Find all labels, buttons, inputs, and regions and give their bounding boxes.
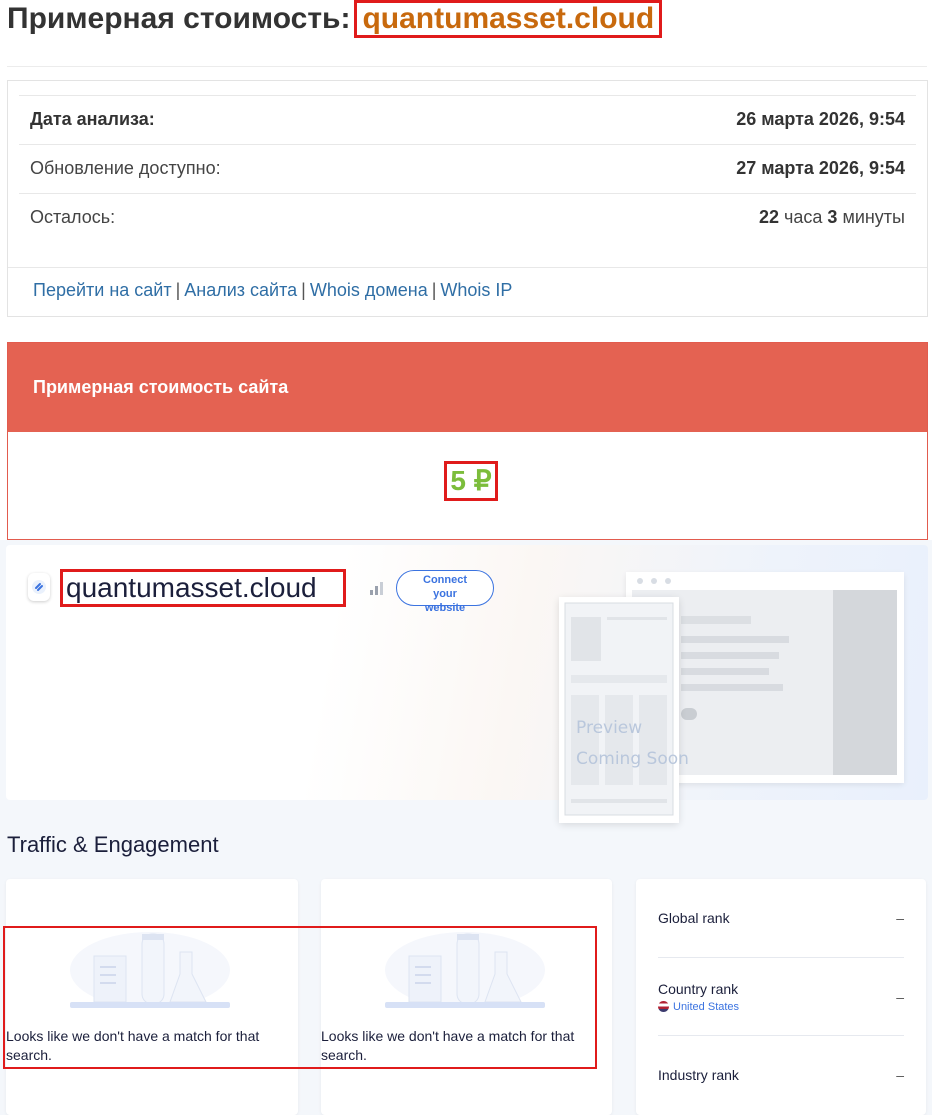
- site-favicon-icon: [28, 573, 50, 601]
- page-title-prefix: Примерная стоимость:: [7, 2, 351, 35]
- similarweb-widget: quantumasset.cloud Connect your website: [0, 540, 932, 1115]
- remaining-label: Осталось:: [30, 207, 116, 227]
- update-available-value: 27 марта 2026, 9:54: [736, 158, 905, 178]
- site-hero: quantumasset.cloud Connect your website: [6, 545, 928, 823]
- country-name: United States: [673, 1000, 740, 1013]
- site-domain: quantumasset.cloud: [60, 569, 346, 607]
- global-rank-label: Global rank: [658, 910, 730, 926]
- country-rank-row: Country rank United States –: [658, 957, 904, 1035]
- industry-rank-row: Industry rank –: [658, 1035, 904, 1113]
- preview-coming-soon: Preview Coming Soon: [576, 713, 689, 775]
- remaining-minutes: 3: [827, 207, 838, 227]
- global-rank-row: Global rank –: [658, 879, 904, 957]
- empty-lab-illustration-icon: [70, 932, 230, 1008]
- analysis-date-row: Дата анализа: 26 марта 2026, 9:54: [19, 95, 916, 143]
- preview-line-2: Coming Soon: [576, 749, 689, 769]
- connect-label-1: Connect: [423, 574, 467, 586]
- remaining-hours-unit: часа: [783, 207, 823, 227]
- analysis-date-value: 26 марта 2026, 9:54: [736, 109, 905, 129]
- country-link[interactable]: United States: [658, 1001, 739, 1013]
- country-rank-label: Country rank: [658, 980, 739, 997]
- divider: [7, 66, 927, 67]
- remaining-row: Осталось: 22 часа 3 минуты: [19, 193, 916, 241]
- link-separator: |: [301, 280, 306, 300]
- cost-header: Примерная стоимость сайта: [8, 343, 927, 432]
- title-domain: quantumasset.cloud: [354, 0, 663, 38]
- connect-label-3: website: [424, 602, 466, 614]
- remaining-value: 22 часа 3 минуты: [759, 207, 905, 228]
- global-rank-value: –: [896, 910, 904, 926]
- empty-lab-illustration-icon: [385, 932, 545, 1008]
- link-go-to-site[interactable]: Перейти на сайт: [33, 280, 172, 300]
- industry-rank-value: –: [896, 1066, 904, 1083]
- analysis-date-label: Дата анализа:: [30, 109, 155, 129]
- mobile-preview: [559, 597, 679, 823]
- link-whois-ip[interactable]: Whois IP: [440, 280, 512, 300]
- traffic-panel-2: Looks like we don't have a match for tha…: [321, 879, 612, 1115]
- connect-label-2: your: [433, 588, 457, 600]
- link-whois-domain[interactable]: Whois домена: [310, 280, 428, 300]
- link-site-analysis[interactable]: Анализ сайта: [184, 280, 297, 300]
- traffic-panel-1: Looks like we don't have a match for tha…: [6, 879, 298, 1115]
- page-title: Примерная стоимость: quantumasset.cloud: [7, 0, 663, 40]
- empty-state-message: Looks like we don't have a match for tha…: [321, 1028, 575, 1063]
- us-flag-icon: [658, 1001, 669, 1012]
- remaining-minutes-unit: минуты: [842, 207, 905, 227]
- rank-panel: Global rank – Country rank United States…: [636, 879, 926, 1115]
- update-available-label: Обновление доступно:: [30, 158, 221, 178]
- traffic-engagement-title: Traffic & Engagement: [7, 832, 219, 857]
- industry-rank-label: Industry rank: [658, 1066, 739, 1083]
- country-rank-value: –: [896, 988, 904, 1005]
- empty-state-message: Looks like we don't have a match for tha…: [6, 1028, 260, 1063]
- links-row: Перейти на сайт | Анализ сайта | Whois домен…: [8, 267, 927, 317]
- signal-strength-icon: [370, 582, 383, 595]
- link-separator: |: [175, 280, 181, 300]
- update-available-row: Обновление доступно: 27 марта 2026, 9:54: [19, 144, 916, 192]
- analysis-card: Дата анализа: 26 марта 2026, 9:54 Обновл…: [7, 80, 928, 317]
- cost-card: Примерная стоимость сайта 5 ₽: [7, 342, 928, 540]
- connect-website-button[interactable]: Connect your website: [396, 570, 494, 614]
- link-separator: |: [431, 280, 437, 300]
- preview-line-1: Preview: [576, 718, 643, 738]
- cost-value: 5 ₽: [444, 461, 498, 501]
- remaining-hours: 22: [758, 207, 779, 227]
